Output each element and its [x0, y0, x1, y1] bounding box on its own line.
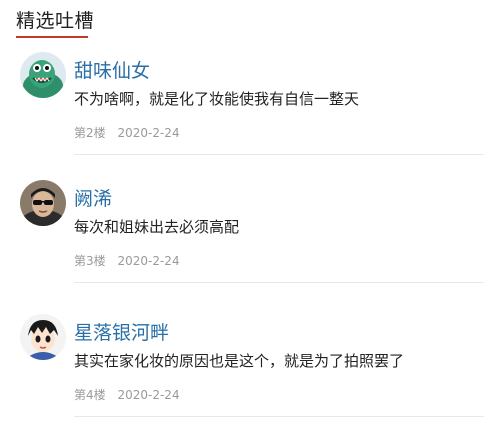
cartoon-dinosaur-avatar-icon[interactable] — [20, 52, 66, 98]
comment-meta: 第2楼 2020-2-24 — [74, 124, 188, 141]
comment-floor: 第4楼 — [74, 388, 106, 402]
comment-floor: 第2楼 — [74, 126, 106, 140]
comment-meta: 第3楼 2020-2-24 — [74, 252, 188, 269]
comment-divider — [74, 154, 484, 155]
man-with-sunglasses-avatar-icon[interactable] — [20, 180, 66, 226]
comment-content: 不为啥啊，就是化了妆能使我有自信一整天 — [74, 90, 360, 108]
anime-boy-avatar-icon[interactable] — [20, 314, 66, 360]
comment-username[interactable]: 星落银河畔 — [74, 318, 169, 345]
section-title: 精选吐槽 — [16, 10, 95, 32]
section-title-underline — [16, 36, 88, 38]
comment-username[interactable]: 甜味仙女 — [74, 56, 150, 83]
comment-username[interactable]: 阙浠 — [74, 184, 112, 211]
comment-floor: 第3楼 — [74, 254, 106, 268]
comment-meta: 第4楼 2020-2-24 — [74, 386, 188, 403]
comment-date: 2020-2-24 — [117, 254, 180, 268]
comment-divider — [74, 416, 484, 417]
comment-date: 2020-2-24 — [117, 388, 180, 402]
comment-content: 其实在家化妆的原因也是这个，就是为了拍照罢了 — [74, 352, 405, 370]
comment-content: 每次和姐妹出去必须高配 — [74, 218, 240, 236]
comment-divider — [74, 282, 484, 283]
comment-date: 2020-2-24 — [117, 126, 180, 140]
